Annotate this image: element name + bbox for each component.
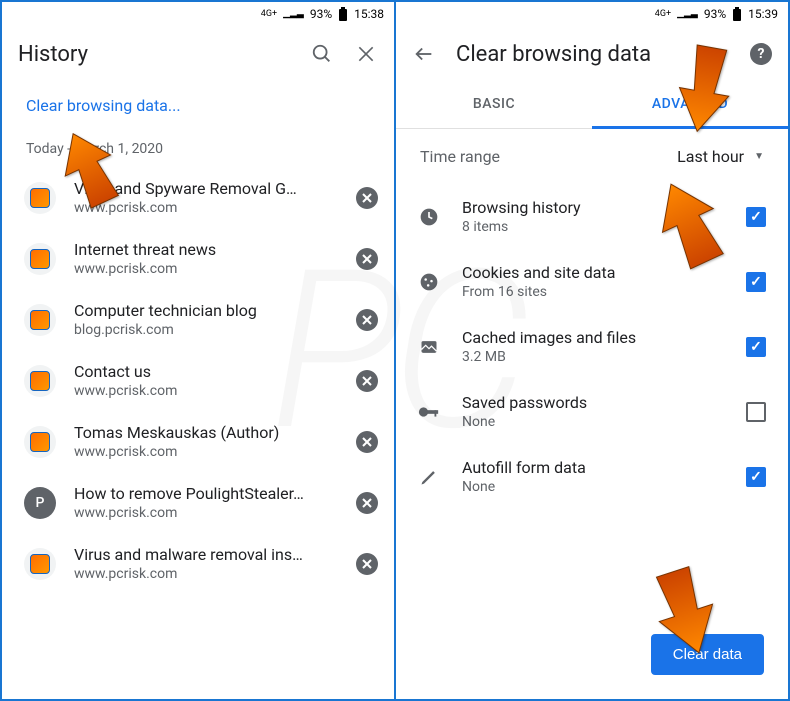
history-item[interactable]: Internet threat news www.pcrisk.com: [2, 228, 394, 289]
status-bar: 4G+ ▁▂▃ 93% 15:39: [396, 2, 788, 26]
help-icon[interactable]: ?: [750, 43, 772, 65]
favicon: [24, 243, 56, 275]
back-icon[interactable]: [412, 42, 436, 66]
option-title: Cookies and site data: [462, 263, 724, 282]
history-item-url: www.pcrisk.com: [74, 444, 338, 460]
remove-history-item-button[interactable]: [356, 553, 378, 575]
clear-option-image[interactable]: Cached images and files 3.2 MB: [396, 314, 788, 379]
key-icon: [418, 405, 440, 419]
history-item-url: www.pcrisk.com: [74, 261, 338, 277]
option-subtitle: 8 items: [462, 219, 724, 235]
history-item-title: Contact us: [74, 362, 338, 381]
history-header: History: [2, 26, 394, 82]
status-time: 15:38: [354, 7, 384, 21]
history-item-url: www.pcrisk.com: [74, 200, 338, 216]
page-title: History: [18, 42, 290, 67]
clear-data-button[interactable]: Clear data: [651, 634, 764, 675]
remove-history-item-button[interactable]: [356, 431, 378, 453]
option-title: Cached images and files: [462, 328, 724, 347]
options-list: Browsing history 8 items Cookies and site …: [396, 184, 788, 509]
option-subtitle: 3.2 MB: [462, 349, 724, 365]
time-range-selector[interactable]: Time range Last hour ▼: [396, 129, 788, 184]
status-bar: 4G+ ▁▂▃ 93% 15:38: [2, 2, 394, 26]
history-screen: 4G+ ▁▂▃ 93% 15:38 History Clear browsing…: [2, 2, 394, 699]
history-item-title: Virus and Spyware Removal G…: [74, 179, 338, 198]
history-item[interactable]: P How to remove PoulightStealer… www.pcris…: [2, 472, 394, 533]
option-checkbox[interactable]: [746, 402, 766, 422]
remove-history-item-button[interactable]: [356, 248, 378, 270]
favicon: [24, 182, 56, 214]
close-icon[interactable]: [354, 42, 378, 66]
history-item[interactable]: Virus and Spyware Removal G… www.pcrisk.c…: [2, 167, 394, 228]
option-subtitle: None: [462, 414, 724, 430]
history-item-title: Internet threat news: [74, 240, 338, 259]
history-item-url: www.pcrisk.com: [74, 383, 338, 399]
tab-advanced[interactable]: ADVANCED: [592, 82, 788, 129]
tabs: BASIC ADVANCED: [396, 82, 788, 129]
remove-history-item-button[interactable]: [356, 492, 378, 514]
time-range-value: Last hour: [677, 147, 744, 166]
image-icon: [418, 337, 440, 357]
history-item-title: Computer technician blog: [74, 301, 338, 320]
clock-icon: [418, 207, 440, 227]
option-title: Browsing history: [462, 198, 724, 217]
clear-option-cookie[interactable]: Cookies and site data From 16 sites: [396, 249, 788, 314]
remove-history-item-button[interactable]: [356, 187, 378, 209]
remove-history-item-button[interactable]: [356, 309, 378, 331]
option-checkbox[interactable]: [746, 467, 766, 487]
option-title: Autofill form data: [462, 458, 724, 477]
favicon: [24, 426, 56, 458]
clear-data-header: Clear browsing data ?: [396, 26, 788, 82]
history-item[interactable]: Tomas Meskauskas (Author) www.pcrisk.com: [2, 411, 394, 472]
battery-pct: 93%: [310, 7, 332, 21]
clear-option-pencil[interactable]: Autofill form data None: [396, 444, 788, 509]
option-checkbox[interactable]: [746, 337, 766, 357]
history-item[interactable]: Virus and malware removal ins… www.pcrisk…: [2, 533, 394, 594]
favicon: [24, 304, 56, 336]
history-item-title: Virus and malware removal ins…: [74, 545, 338, 564]
battery-icon: [732, 7, 742, 21]
clear-option-clock[interactable]: Browsing history 8 items: [396, 184, 788, 249]
remove-history-item-button[interactable]: [356, 370, 378, 392]
history-item-title: How to remove PoulightStealer…: [74, 484, 338, 503]
history-item[interactable]: Computer technician blog blog.pcrisk.com: [2, 289, 394, 350]
option-subtitle: None: [462, 479, 724, 495]
history-list: Virus and Spyware Removal G… www.pcrisk.c…: [2, 167, 394, 699]
history-item-title: Tomas Meskauskas (Author): [74, 423, 338, 442]
favicon: P: [24, 487, 56, 519]
history-item[interactable]: Contact us www.pcrisk.com: [2, 350, 394, 411]
option-title: Saved passwords: [462, 393, 724, 412]
clear-browsing-data-link[interactable]: Clear browsing data...: [2, 82, 394, 129]
favicon: [24, 365, 56, 397]
network-label: 4G+: [655, 9, 671, 19]
history-item-url: www.pcrisk.com: [74, 505, 338, 521]
time-range-label: Time range: [420, 147, 677, 166]
clear-data-screen: 4G+ ▁▂▃ 93% 15:39 Clear browsing data ? …: [396, 2, 788, 699]
pencil-icon: [418, 467, 440, 487]
history-item-url: blog.pcrisk.com: [74, 322, 338, 338]
favicon: [24, 548, 56, 580]
signal-icon: ▁▂▃: [677, 9, 698, 19]
chevron-down-icon: ▼: [754, 151, 764, 162]
battery-icon: [338, 7, 348, 21]
cookie-icon: [418, 272, 440, 292]
option-checkbox[interactable]: [746, 272, 766, 292]
clear-option-key[interactable]: Saved passwords None: [396, 379, 788, 444]
page-title: Clear browsing data: [456, 42, 730, 67]
history-item-url: www.pcrisk.com: [74, 566, 338, 582]
option-subtitle: From 16 sites: [462, 284, 724, 300]
battery-pct: 93%: [704, 7, 726, 21]
signal-icon: ▁▂▃: [283, 9, 304, 19]
status-time: 15:39: [748, 7, 778, 21]
tab-basic[interactable]: BASIC: [396, 82, 592, 128]
network-label: 4G+: [261, 9, 277, 19]
option-checkbox[interactable]: [746, 207, 766, 227]
search-icon[interactable]: [310, 42, 334, 66]
history-date: Today - March 1, 2020: [2, 129, 394, 167]
